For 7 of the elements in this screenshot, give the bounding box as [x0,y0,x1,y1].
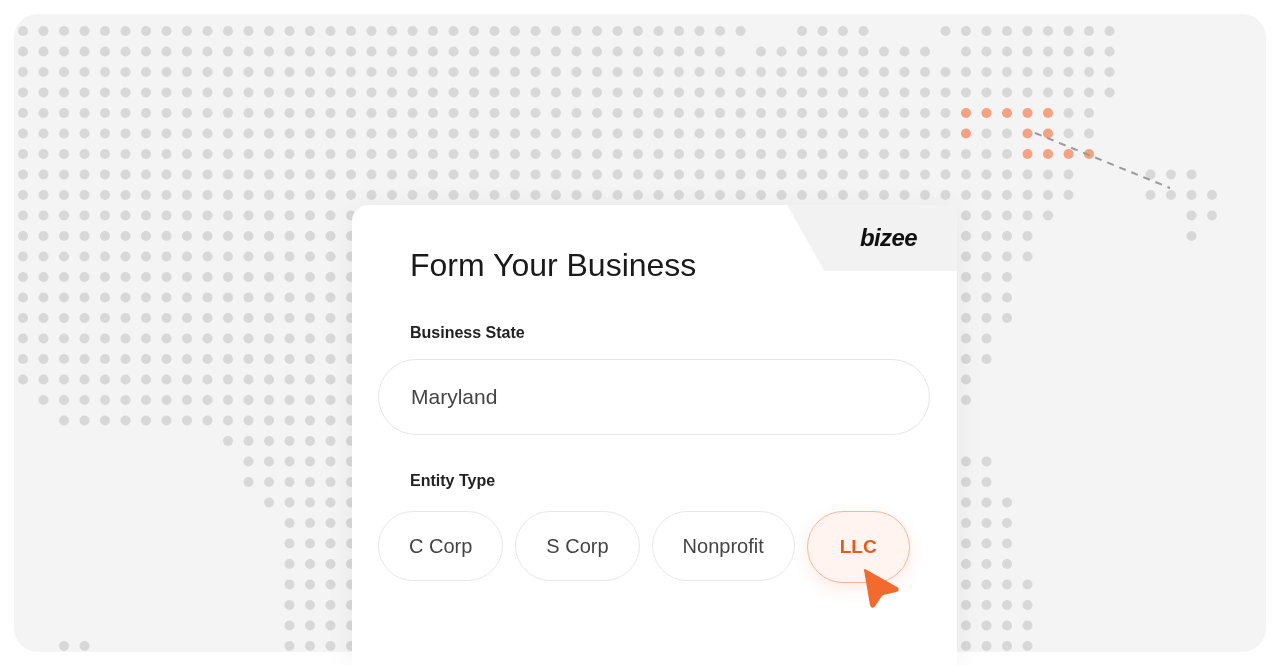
entity-option[interactable]: S Corp [515,511,640,581]
form-title: Form Your Business [410,249,698,281]
entity-option[interactable]: C Corp [378,511,504,581]
field-label: Business State [410,323,526,343]
entity-option[interactable]: Nonprofit [651,511,795,581]
field-label: Entity Type [410,471,497,491]
logo: bizee [859,223,917,253]
